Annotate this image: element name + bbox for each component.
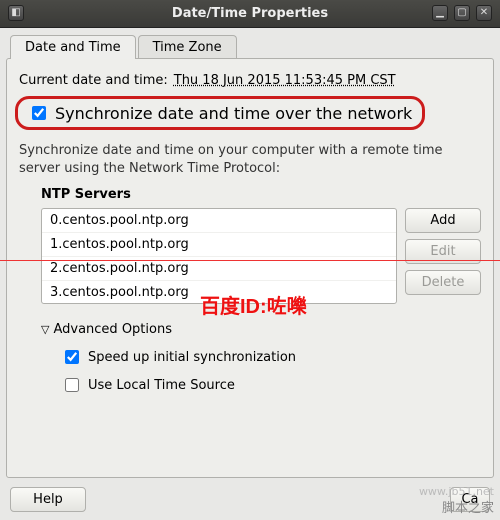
current-datetime-label: Current date and time: bbox=[19, 73, 168, 88]
minimize-button[interactable]: ▁ bbox=[432, 5, 448, 21]
window-title: Date/Time Properties bbox=[172, 6, 328, 21]
annotation-text: 百度ID:咗嚛 bbox=[200, 290, 307, 319]
close-button[interactable]: ✕ bbox=[476, 5, 492, 21]
maximize-button[interactable]: ▢ bbox=[454, 5, 470, 21]
list-item[interactable]: 2.centos.pool.ntp.org bbox=[42, 257, 396, 281]
ntp-servers-header: NTP Servers bbox=[41, 187, 481, 202]
local-time-source-label: Use Local Time Source bbox=[88, 378, 235, 393]
titlebar: ◧ Date/Time Properties ▁ ▢ ✕ bbox=[0, 0, 500, 28]
sync-description: Synchronize date and time on your comput… bbox=[19, 142, 481, 177]
list-item[interactable]: 0.centos.pool.ntp.org bbox=[42, 209, 396, 233]
tab-panel: Current date and time: Thu 18 Jun 2015 1… bbox=[6, 58, 494, 478]
speed-up-sync-label: Speed up initial synchronization bbox=[88, 350, 296, 365]
sync-network-checkbox[interactable] bbox=[32, 106, 46, 120]
chevron-down-icon: ▽ bbox=[41, 323, 49, 336]
help-button[interactable]: Help bbox=[10, 487, 86, 512]
advanced-options-label: Advanced Options bbox=[53, 322, 172, 337]
delete-button: Delete bbox=[405, 270, 481, 295]
speed-up-sync-checkbox[interactable] bbox=[65, 350, 79, 364]
list-item[interactable]: 1.centos.pool.ntp.org bbox=[42, 233, 396, 257]
tab-date-and-time[interactable]: Date and Time bbox=[10, 35, 136, 59]
add-button[interactable]: Add bbox=[405, 208, 481, 233]
tab-time-zone[interactable]: Time Zone bbox=[138, 35, 237, 59]
sync-network-label: Synchronize date and time over the netwo… bbox=[55, 104, 412, 123]
tabstrip: Date and Time Time Zone bbox=[6, 34, 494, 58]
local-time-source-checkbox[interactable] bbox=[65, 378, 79, 392]
advanced-options-expander[interactable]: ▽ Advanced Options bbox=[41, 322, 481, 337]
watermark-site: 脚本之家 bbox=[442, 497, 494, 516]
edit-button: Edit bbox=[405, 239, 481, 264]
sync-network-highlight: Synchronize date and time over the netwo… bbox=[15, 96, 425, 130]
current-datetime-row: Current date and time: Thu 18 Jun 2015 1… bbox=[19, 73, 481, 88]
current-datetime-value: Thu 18 Jun 2015 11:53:45 PM CST bbox=[174, 73, 396, 88]
window-menu-icon[interactable]: ◧ bbox=[8, 5, 24, 21]
